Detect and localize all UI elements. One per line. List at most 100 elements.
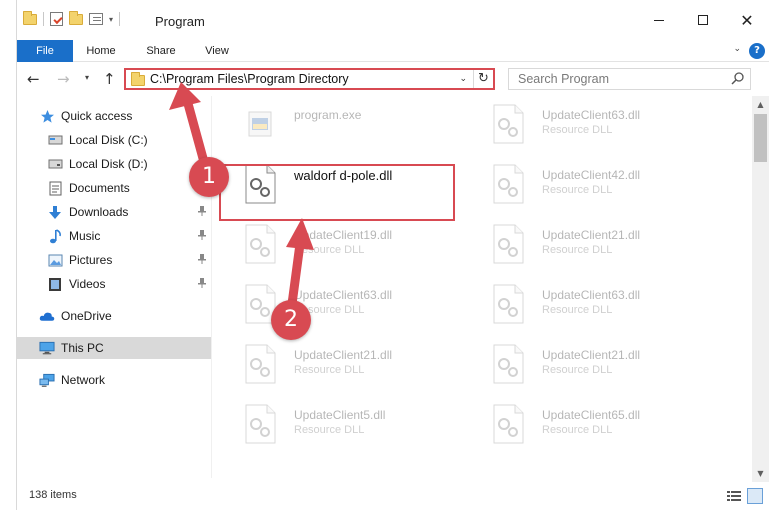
file-item[interactable]: UpdateClient65.dll Resource DLL [485, 396, 725, 452]
vertical-scrollbar[interactable]: ▲ ▼ [752, 96, 769, 482]
ribbon-tabs: File Home Share View ⌄ ? [17, 40, 769, 62]
file-item[interactable]: UpdateClient42.dll Resource DLL [485, 156, 725, 212]
nav-this-pc[interactable]: This PC [17, 337, 211, 359]
file-item[interactable]: UpdateClient21.dll Resource DLL [485, 336, 725, 392]
tab-home[interactable]: Home [79, 40, 123, 62]
file-name: UpdateClient63.dll [294, 288, 393, 302]
toolbar-divider [119, 12, 121, 26]
minimize-button[interactable] [637, 0, 681, 40]
nav-label: This PC [61, 341, 104, 355]
star-icon [39, 108, 55, 124]
file-item[interactable]: UpdateClient5.dll Resource DLL [237, 396, 477, 452]
exe-icon [248, 111, 272, 137]
tab-view[interactable]: View [197, 40, 237, 62]
nav-pictures[interactable]: Pictures [17, 249, 211, 271]
nav-label: Music [69, 229, 101, 243]
file-item[interactable]: program.exe [237, 96, 477, 152]
folder-icon [23, 10, 37, 25]
scroll-thumb[interactable] [754, 114, 767, 162]
nav-documents[interactable]: Documents [17, 177, 211, 199]
file-item[interactable]: UpdateClient63.dll Resource DLL [485, 96, 725, 152]
computer-icon [39, 340, 55, 356]
forward-button[interactable]: → [57, 70, 70, 88]
close-icon: ✕ [740, 10, 754, 30]
address-path[interactable]: C:\Program Files\Program Directory [150, 72, 349, 86]
nav-local-disk-d[interactable]: Local Disk (D:) [17, 153, 211, 175]
help-icon[interactable]: ? [749, 43, 765, 59]
file-name: UpdateClient21.dll [294, 348, 393, 362]
file-item[interactable]: UpdateClient21.dll Resource DLL [237, 336, 477, 392]
tab-share[interactable]: Share [139, 40, 183, 62]
maximize-icon [698, 15, 708, 25]
drive-icon [47, 156, 63, 172]
expand-ribbon-icon[interactable]: ⌄ [733, 44, 741, 54]
pin-icon[interactable] [197, 206, 207, 216]
nav-videos[interactable]: Videos [17, 273, 211, 295]
navigation-pane: Quick access Local Disk (C:) Local Disk … [17, 96, 211, 478]
address-row: ← → ▾ ↑ C:\Program Files\Program Directo… [17, 62, 769, 96]
explorer-window: ▾ Program ✕ File Home Share View ⌄ ? ← →… [16, 0, 769, 510]
pane-divider[interactable] [211, 96, 212, 478]
file-type: Resource DLL [542, 424, 613, 436]
scroll-down-icon[interactable]: ▼ [752, 465, 769, 482]
file-type: Resource DLL [542, 184, 613, 196]
tiles-view-icon[interactable] [747, 488, 763, 504]
nav-network[interactable]: Network [17, 369, 211, 391]
file-name: UpdateClient5.dll [294, 408, 386, 422]
customize-view-icon[interactable] [89, 13, 103, 25]
pin-icon[interactable] [197, 278, 207, 288]
dll-icon [245, 404, 276, 444]
recent-locations-icon[interactable]: ▾ [85, 73, 89, 82]
nav-onedrive[interactable]: OneDrive [17, 305, 211, 327]
nav-label: Pictures [69, 253, 113, 267]
target-file-highlight [219, 164, 455, 221]
address-history-icon[interactable]: ⌄ [459, 74, 467, 84]
tab-file[interactable]: File [17, 40, 73, 62]
address-bar[interactable]: C:\Program Files\Program Directory ⌄ ↻ [124, 68, 495, 90]
properties-icon[interactable] [50, 12, 63, 26]
refresh-icon[interactable]: ↻ [473, 70, 493, 88]
new-folder-icon[interactable] [69, 10, 83, 25]
dll-icon [493, 164, 524, 204]
status-bar: 138 items [17, 484, 769, 508]
file-name: UpdateClient21.dll [542, 348, 641, 362]
file-item[interactable]: UpdateClient21.dll Resource DLL [485, 216, 725, 272]
network-icon [39, 372, 55, 388]
search-input[interactable]: Search Program [508, 68, 751, 90]
dll-icon [245, 344, 276, 384]
nav-music[interactable]: Music [17, 225, 211, 247]
pin-icon[interactable] [197, 230, 207, 240]
file-name: UpdateClient42.dll [542, 168, 641, 182]
search-icon[interactable] [731, 72, 744, 85]
dll-icon [493, 344, 524, 384]
scroll-up-icon[interactable]: ▲ [752, 96, 769, 113]
file-name: UpdateClient19.dll [294, 228, 393, 242]
back-button[interactable]: ← [27, 70, 40, 88]
file-item[interactable]: UpdateClient19.dll Resource DLL [237, 216, 477, 272]
pin-icon[interactable] [197, 254, 207, 264]
file-item[interactable]: UpdateClient63.dll Resource DLL [485, 276, 725, 332]
nav-label: Local Disk (C:) [69, 133, 148, 147]
nav-quick-access[interactable]: Quick access [17, 105, 211, 127]
file-type: Resource DLL [542, 244, 613, 256]
file-list: program.exe UpdateClient63.dll Resource … [227, 96, 747, 478]
nav-label: Downloads [69, 205, 129, 219]
picture-icon [47, 252, 63, 268]
nav-label: Local Disk (D:) [69, 157, 148, 171]
customize-toolbar-caret-icon[interactable]: ▾ [109, 15, 113, 24]
up-button[interactable]: ↑ [103, 70, 116, 88]
close-button[interactable]: ✕ [725, 0, 769, 40]
file-type: Resource DLL [542, 124, 613, 136]
file-name: UpdateClient63.dll [542, 288, 641, 302]
details-view-icon[interactable] [727, 490, 741, 502]
cloud-icon [39, 308, 55, 324]
nav-label: Quick access [61, 109, 133, 123]
nav-label: OneDrive [61, 309, 112, 323]
step-2-badge: 2 [271, 300, 311, 340]
maximize-button[interactable] [681, 0, 725, 40]
nav-downloads[interactable]: Downloads [17, 201, 211, 223]
file-name: UpdateClient21.dll [542, 228, 641, 242]
nav-local-disk-c[interactable]: Local Disk (C:) [17, 129, 211, 151]
title-bar: ▾ Program ✕ [17, 0, 769, 40]
document-icon [47, 180, 63, 196]
